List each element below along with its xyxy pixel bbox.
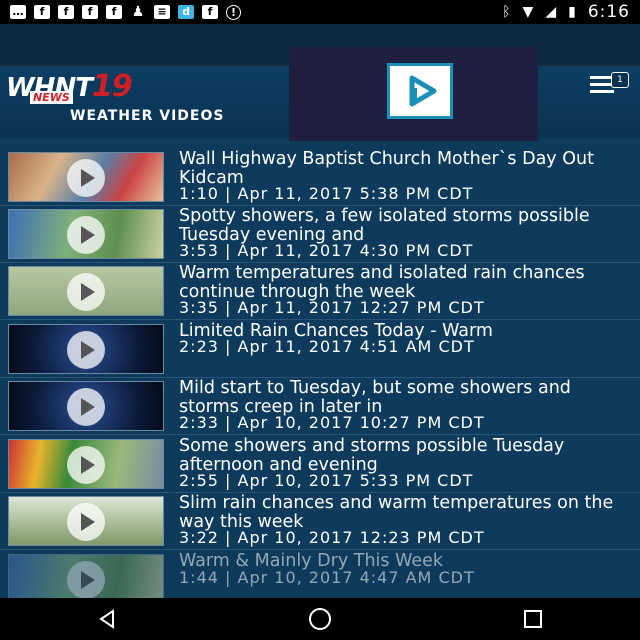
video-thumbnail[interactable] [8, 496, 164, 546]
video-meta: 2:55 | Apr 10, 2017 5:33 PM CDT [179, 471, 474, 490]
battery-icon: ▮ [568, 4, 576, 20]
signal-icon: ◢ [545, 4, 557, 20]
home-icon [308, 608, 331, 630]
back-icon [98, 609, 114, 629]
video-row[interactable]: Spotty showers, a few isolated storms po… [0, 206, 640, 263]
status-time: 6:16 [587, 2, 630, 22]
play-icon[interactable] [67, 561, 105, 598]
play-icon[interactable] [67, 388, 105, 426]
facebook-icon: f [202, 5, 218, 19]
info-circle-icon: ! [226, 4, 241, 20]
play-icon[interactable] [67, 503, 105, 541]
video-meta: 3:22 | Apr 10, 2017 12:23 PM CDT [179, 528, 485, 547]
overlay-panel[interactable] [289, 47, 538, 141]
video-thumbnail[interactable] [8, 266, 164, 316]
chess-pawn-icon: ♟ [131, 4, 145, 20]
video-meta: 2:33 | Apr 10, 2017 10:27 PM CDT [179, 413, 485, 432]
video-thumbnail[interactable] [8, 554, 164, 598]
video-row[interactable]: Warm temperatures and isolated rain chan… [0, 263, 640, 320]
menu-button[interactable]: 1 [590, 72, 630, 102]
menu-badge: 1 [611, 72, 629, 88]
facebook-icon: f [58, 5, 74, 19]
facebook-icon: f [34, 5, 50, 19]
video-title[interactable]: Some showers and storms possible Tuesday… [179, 437, 635, 475]
video-row[interactable]: Mild start to Tuesday, but some showers … [0, 378, 640, 435]
home-button[interactable] [300, 604, 340, 634]
video-meta: 1:44 | Apr 10, 2017 4:47 AM CDT [179, 568, 475, 587]
notification-icon: … [10, 5, 26, 19]
video-meta: 1:10 | Apr 11, 2017 5:38 PM CDT [179, 184, 474, 203]
play-app-icon[interactable] [387, 63, 453, 119]
video-row[interactable]: Wall Highway Baptist Church Mother`s Day… [0, 149, 640, 206]
video-title[interactable]: Warm temperatures and isolated rain chan… [179, 264, 635, 302]
facebook-icon: f [106, 5, 122, 19]
system-nav-bar [0, 598, 640, 640]
hamburger-bar [590, 90, 614, 93]
play-icon[interactable] [67, 273, 105, 311]
recents-icon [524, 610, 543, 628]
facebook-icon: f [82, 5, 98, 19]
message-icon: ≡ [154, 5, 170, 19]
video-thumbnail[interactable] [8, 209, 164, 259]
status-bar: … f f f f ♟ ≡ d f ! ᛒ ▼ ◢ ▮ 6:16 [0, 0, 640, 24]
wifi-icon: ▼ [522, 4, 534, 20]
video-title[interactable]: Spotty showers, a few isolated storms po… [179, 207, 635, 245]
play-icon[interactable] [67, 331, 105, 369]
page-title: WEATHER VIDEOS [70, 108, 225, 124]
video-thumbnail[interactable] [8, 439, 164, 489]
video-thumbnail[interactable] [8, 324, 164, 374]
station-logo[interactable]: WHNT19 [6, 69, 156, 104]
video-title[interactable]: Slim rain chances and warm temperatures … [179, 494, 635, 532]
logo-sub: NEWS [30, 91, 73, 104]
video-title[interactable]: Wall Highway Baptist Church Mother`s Day… [179, 150, 635, 188]
video-list[interactable]: Wall Highway Baptist Church Mother`s Day… [0, 149, 640, 598]
play-icon[interactable] [67, 216, 105, 254]
recents-button[interactable] [513, 604, 553, 634]
play-icon[interactable] [67, 159, 105, 197]
back-button[interactable] [87, 604, 127, 634]
video-row[interactable]: Slim rain chances and warm temperatures … [0, 493, 640, 550]
status-right: ᛒ ▼ ◢ ▮ 6:16 [502, 2, 630, 22]
video-meta: 2:23 | Apr 11, 2017 4:51 AM CDT [179, 337, 475, 356]
video-row[interactable]: Warm & Mainly Dry This Week 1:44 | Apr 1… [0, 551, 640, 598]
video-meta: 3:53 | Apr 11, 2017 4:30 PM CDT [179, 241, 474, 260]
d-app-icon: d [178, 5, 194, 19]
video-meta: 3:35 | Apr 11, 2017 12:27 PM CDT [179, 298, 485, 317]
video-thumbnail[interactable] [8, 152, 164, 202]
video-row[interactable]: Some showers and storms possible Tuesday… [0, 436, 640, 493]
notification-icons: … f f f f ♟ ≡ d f ! [10, 4, 241, 20]
video-thumbnail[interactable] [8, 381, 164, 431]
logo-number: 19 [91, 69, 133, 104]
bluetooth-icon: ᛒ [502, 4, 511, 20]
video-row[interactable]: Limited Rain Chances Today - Warm 2:23 |… [0, 321, 640, 378]
video-title[interactable]: Mild start to Tuesday, but some showers … [179, 379, 635, 417]
play-icon[interactable] [67, 446, 105, 484]
